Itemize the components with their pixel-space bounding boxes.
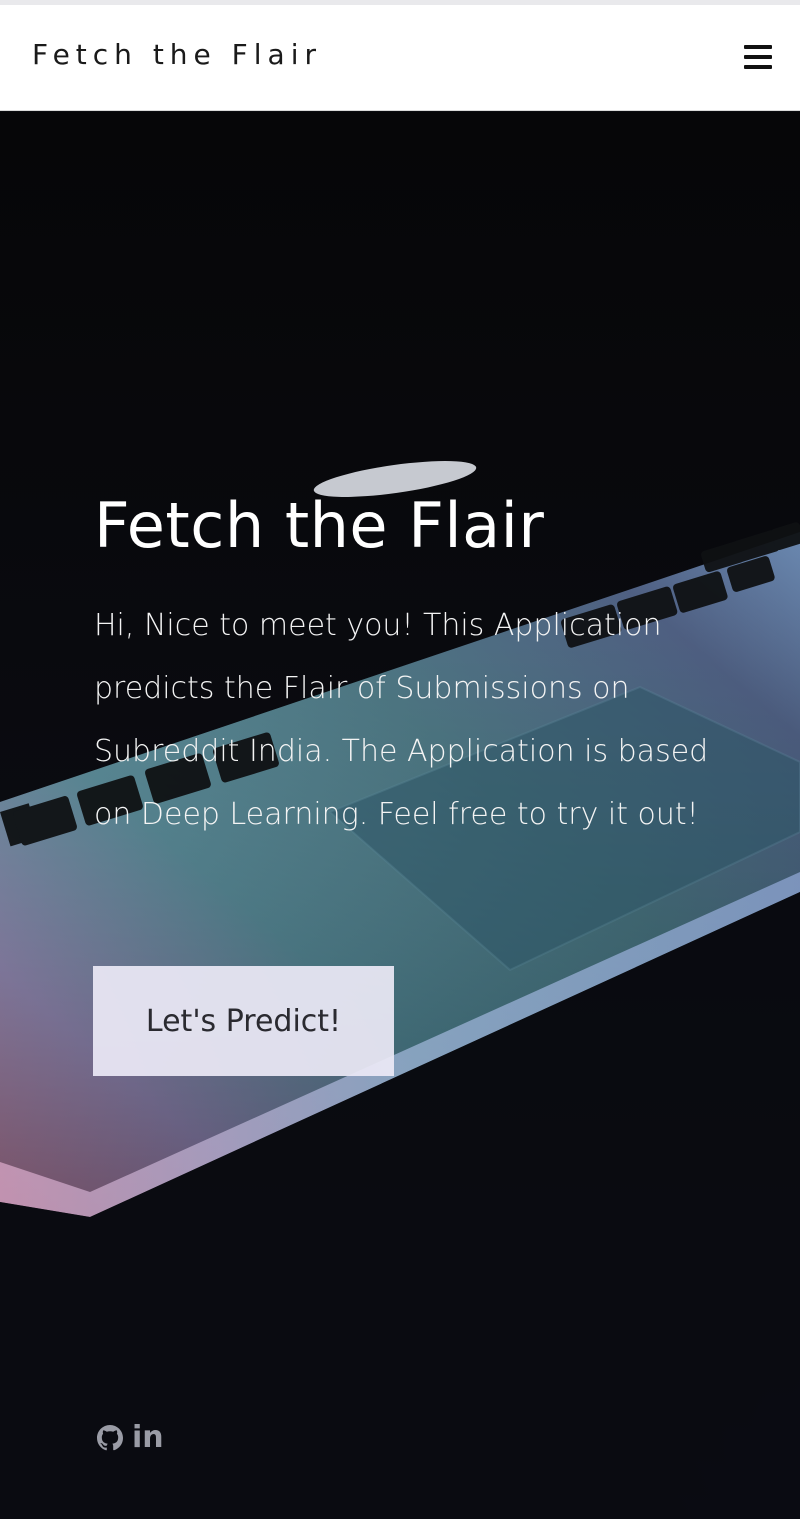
brand-logo-text[interactable]: Fetch the Flair: [32, 38, 322, 71]
hero-title: Fetch the Flair: [94, 489, 545, 562]
hero-content: Fetch the Flair Hi, Nice to meet you! Th…: [94, 490, 734, 846]
github-icon[interactable]: [94, 1422, 126, 1454]
social-links: in: [94, 1422, 164, 1454]
navbar: Fetch the Flair: [0, 5, 800, 111]
lets-predict-button[interactable]: Let's Predict!: [93, 966, 394, 1076]
hero-description: Hi, Nice to meet you! This Application p…: [94, 608, 709, 832]
hero-section: Fetch the Flair Hi, Nice to meet you! Th…: [0, 112, 800, 1519]
hamburger-menu-icon[interactable]: [744, 45, 772, 69]
linkedin-icon[interactable]: in: [132, 1422, 164, 1454]
